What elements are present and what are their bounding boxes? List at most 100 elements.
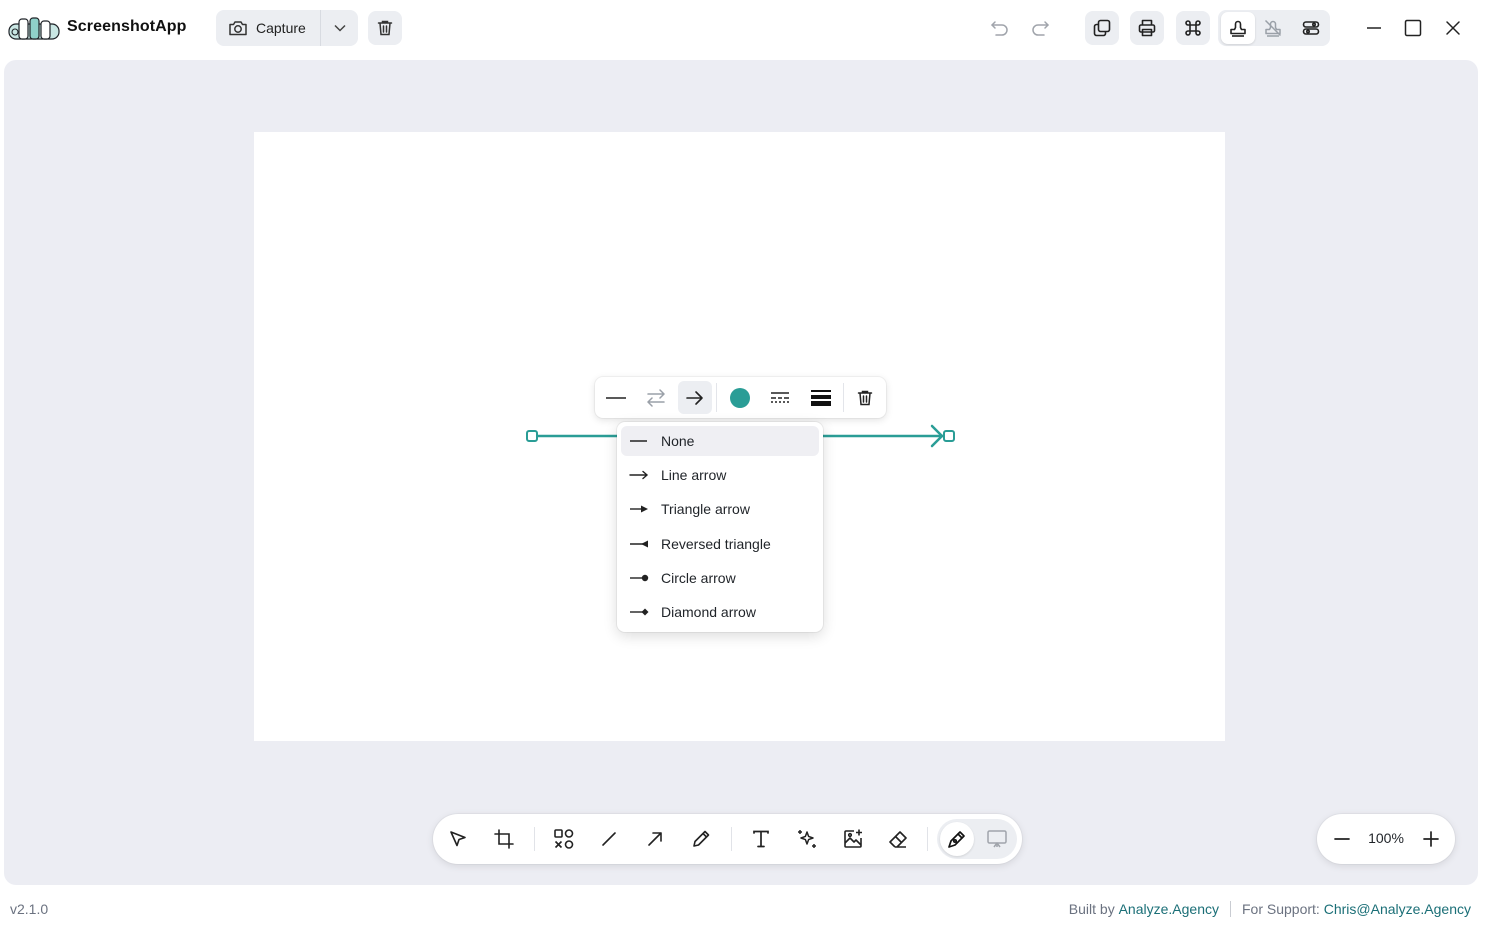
line-icon: [600, 830, 618, 848]
undo-button[interactable]: [983, 11, 1017, 45]
built-by-link[interactable]: Analyze.Agency: [1119, 901, 1219, 917]
capture-group: Capture: [216, 10, 358, 46]
app-title: ScreenshotApp: [67, 18, 187, 35]
close-icon: [1444, 19, 1462, 37]
menu-item-line-arrow[interactable]: Line arrow: [621, 460, 819, 490]
window-minimize-button[interactable]: [1357, 11, 1391, 45]
menu-item-label: None: [661, 433, 695, 449]
maximize-icon: [1404, 19, 1422, 37]
minus-icon: [1333, 830, 1351, 848]
shapes-tool[interactable]: [547, 822, 581, 856]
chevron-down-icon: [333, 23, 347, 33]
shortcuts-button[interactable]: [1176, 11, 1210, 45]
pen-mode-group: [937, 819, 1017, 859]
line-style-toolbar: [595, 377, 886, 418]
swap-direction-button[interactable]: [639, 381, 673, 414]
toolbar-divider: [716, 383, 717, 412]
clear-button[interactable]: [368, 11, 402, 45]
crop-tool[interactable]: [487, 822, 521, 856]
arrow-tool[interactable]: [638, 822, 672, 856]
copy-button[interactable]: [1085, 11, 1119, 45]
image-add-icon: [842, 828, 864, 850]
menu-item-label: Line arrow: [661, 467, 727, 484]
tools-toolbar: [433, 814, 1022, 864]
line-start-style-button[interactable]: [599, 381, 633, 414]
line-end-style-button[interactable]: [678, 381, 712, 414]
image-tool[interactable]: [836, 822, 870, 856]
text-tool[interactable]: [744, 822, 778, 856]
zoom-control: 100%: [1317, 814, 1455, 864]
title-bar: ScreenshotApp Capture: [0, 0, 1488, 58]
trash-icon: [376, 19, 394, 37]
footer: v2.1.0 Built by Analyze.Agency For Suppo…: [0, 892, 1488, 926]
select-icon: [448, 829, 468, 849]
delete-line-button[interactable]: [848, 381, 882, 414]
pencil-icon: [691, 829, 711, 849]
menu-item-circle-arrow[interactable]: Circle arrow: [621, 563, 819, 593]
arrowhead-menu: None Line arrow Triangle arrow Reversed …: [617, 422, 823, 632]
toolbar-divider: [843, 383, 844, 412]
menu-item-none[interactable]: None: [621, 426, 819, 456]
support-label: For Support:: [1242, 901, 1320, 917]
stamp-disabled-icon: [1263, 18, 1283, 38]
window-maximize-button[interactable]: [1396, 11, 1430, 45]
triangle-arrow-icon: [629, 502, 659, 516]
line-style-icon: [770, 390, 790, 406]
line-width-button[interactable]: [804, 381, 838, 414]
copy-icon: [1092, 18, 1112, 38]
stamp-button[interactable]: [1221, 12, 1255, 44]
stamp-icon: [1228, 18, 1248, 38]
menu-item-diamond-arrow[interactable]: Diamond arrow: [621, 597, 819, 627]
trash-icon: [856, 389, 874, 407]
window-close-button[interactable]: [1436, 11, 1470, 45]
undo-icon: [990, 20, 1010, 36]
ai-tool[interactable]: [790, 822, 824, 856]
toolbar-divider: [731, 827, 732, 851]
eraser-tool[interactable]: [881, 822, 915, 856]
redo-icon: [1030, 20, 1050, 36]
capture-dropdown-button[interactable]: [321, 10, 358, 46]
capture-label: Capture: [256, 20, 306, 36]
presentation-icon: [986, 828, 1008, 850]
presentation-tool[interactable]: [980, 822, 1014, 856]
color-button[interactable]: [723, 381, 757, 414]
credits: Built by Analyze.Agency For Support: Chr…: [1069, 901, 1471, 917]
minimize-icon: [1365, 19, 1383, 37]
arrow-icon: [646, 830, 664, 848]
menu-item-reversed-triangle[interactable]: Reversed triangle: [621, 529, 819, 559]
support-email-link[interactable]: Chris@Analyze.Agency: [1324, 901, 1471, 917]
pen-tool[interactable]: [940, 822, 974, 856]
eraser-icon: [887, 828, 909, 850]
print-icon: [1137, 18, 1157, 38]
app-logo: [8, 15, 60, 41]
zoom-out-button[interactable]: [1325, 822, 1359, 856]
menu-item-label: Circle arrow: [661, 569, 736, 586]
print-button[interactable]: [1130, 11, 1164, 45]
swap-direction-icon: [646, 388, 666, 407]
plus-icon: [1422, 830, 1440, 848]
reversed-triangle-icon: [629, 537, 659, 551]
capture-button[interactable]: Capture: [216, 10, 321, 46]
command-icon: [1183, 18, 1203, 38]
line-style-button[interactable]: [763, 381, 797, 414]
version-label: v2.1.0: [10, 901, 49, 917]
select-tool[interactable]: [441, 822, 475, 856]
zoom-level: 100%: [1368, 830, 1404, 846]
settings-sliders-icon: [1301, 18, 1321, 38]
line-tool[interactable]: [592, 822, 626, 856]
menu-item-label: Triangle arrow: [661, 501, 750, 518]
diamond-arrow-icon: [629, 605, 659, 619]
built-by-label: Built by: [1068, 901, 1115, 917]
menu-item-triangle-arrow[interactable]: Triangle arrow: [621, 494, 819, 524]
arrow-end-icon: [685, 390, 705, 406]
sparkles-icon: [796, 828, 818, 850]
zoom-in-button[interactable]: [1414, 822, 1448, 856]
menu-item-label: Reversed triangle: [661, 535, 771, 552]
stamp-off-button[interactable]: [1256, 12, 1290, 44]
line-arrow-icon: [629, 468, 659, 482]
redo-button[interactable]: [1023, 11, 1057, 45]
pencil-tool[interactable]: [684, 822, 718, 856]
shapes-icon: [553, 828, 575, 850]
settings-button[interactable]: [1294, 12, 1328, 44]
toolbar-divider: [534, 827, 535, 851]
